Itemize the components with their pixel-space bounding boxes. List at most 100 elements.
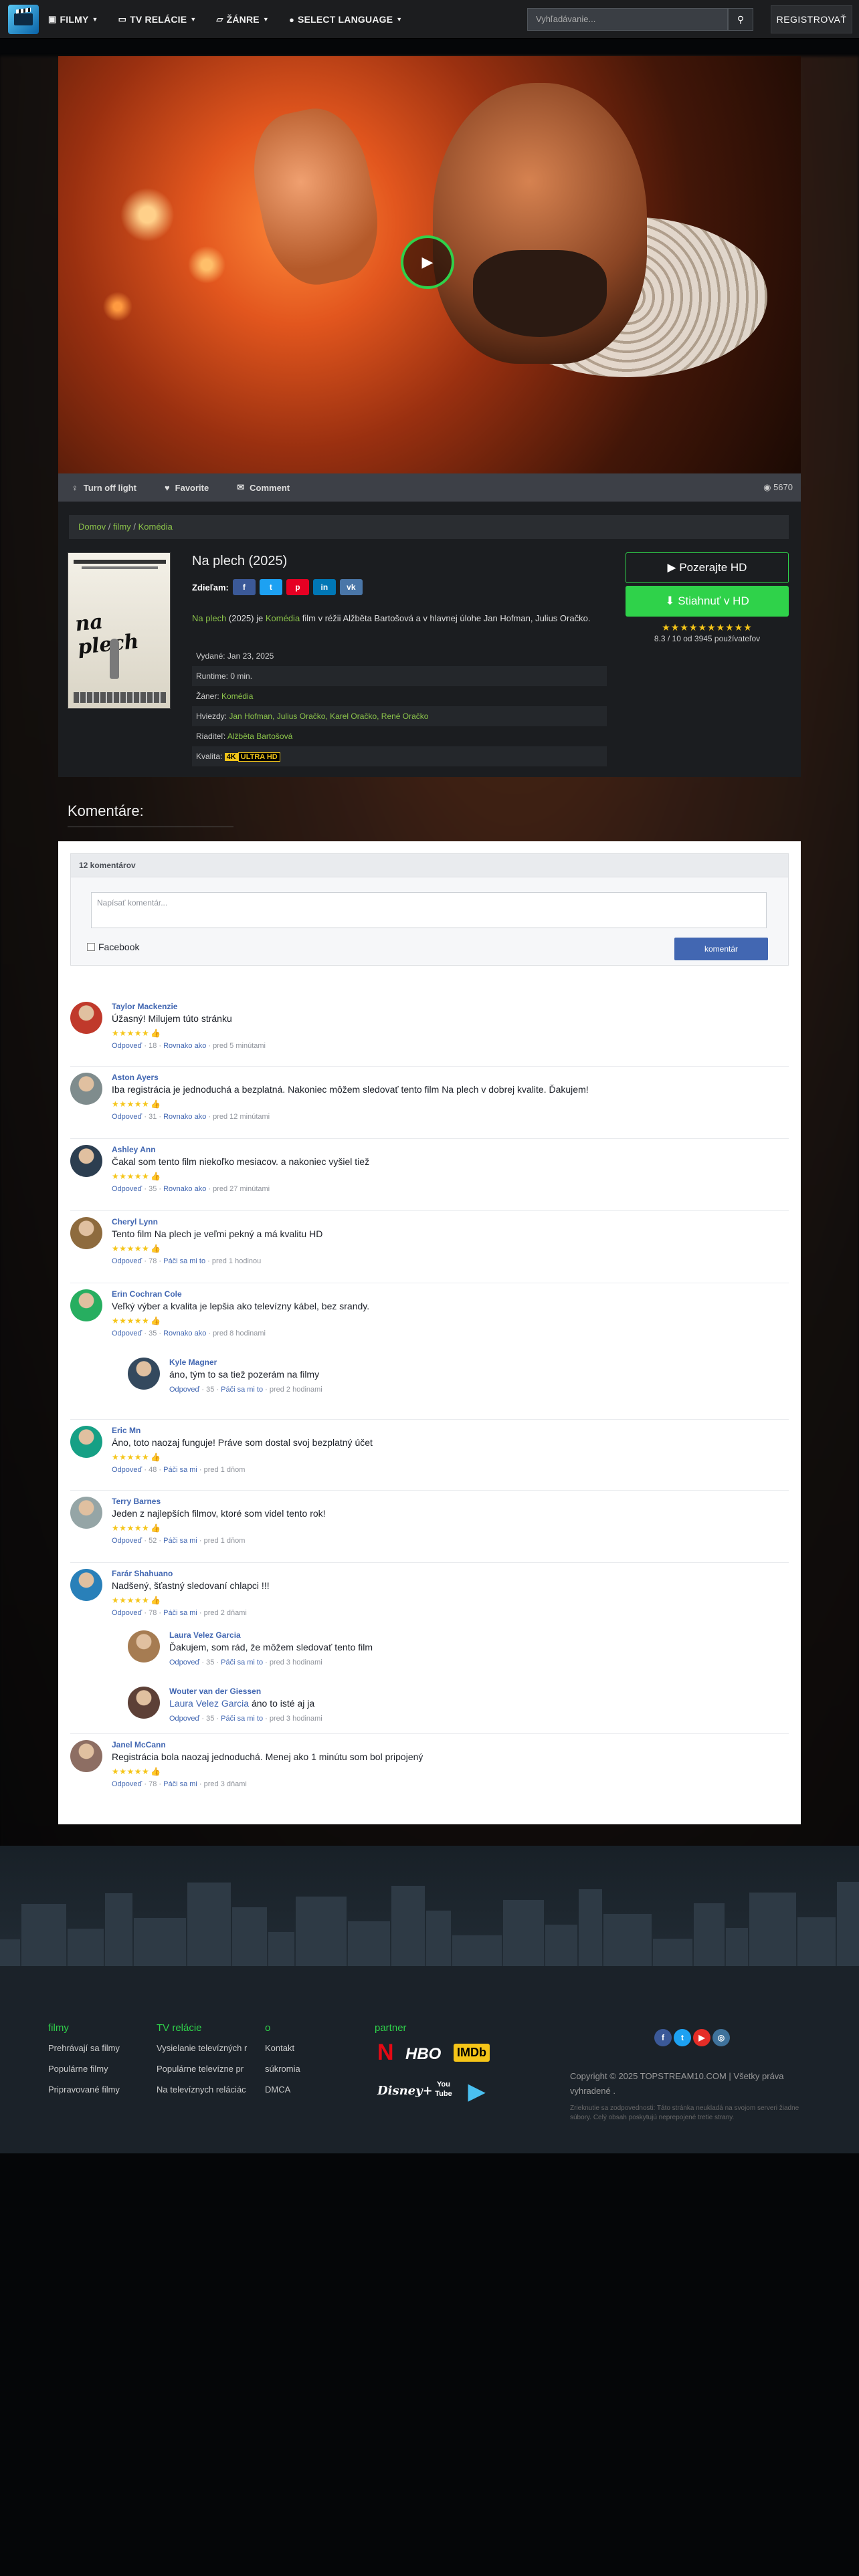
twitter-icon[interactable]: t [674,2029,691,2046]
avatar[interactable] [70,1497,102,1529]
avatar[interactable] [70,1002,102,1034]
comment-author[interactable]: Laura Velez Garcia [169,1630,241,1640]
like-link[interactable]: Páči sa mi [163,1466,197,1474]
youtube-icon[interactable]: ▶ [693,2029,710,2046]
comment-author[interactable]: Farár Shahuano [112,1569,173,1578]
download-label: Stiahnuť v HD [678,595,749,607]
facebook-checkbox[interactable]: Facebook [87,942,139,952]
avatar[interactable] [70,1289,102,1321]
instagram-icon[interactable]: ◎ [712,2029,730,2046]
like-link[interactable]: Páči sa mi to [221,1658,263,1667]
comment-time: pred 5 minútami [213,1042,266,1050]
reply-link[interactable]: Odpoveď [112,1780,142,1788]
like-link[interactable]: Páči sa mi [163,1609,197,1617]
comment-author[interactable]: Ashley Ann [112,1145,156,1154]
watch-hd-button[interactable]: ▶ Pozerajte HD [626,552,789,583]
meta-stars-links[interactable]: Jan Hofman, Julius Oračko, Karel Oračko,… [229,712,428,721]
reply-link[interactable]: Odpoveď [112,1113,142,1121]
like-link[interactable]: Páči sa mi to [221,1715,263,1723]
reply-link[interactable]: Odpoveď [169,1386,199,1394]
footer-link[interactable]: Prehrávají sa filmy [48,2043,147,2053]
video-player[interactable]: ▶ [58,56,801,473]
avatar[interactable] [70,1740,102,1772]
comment-actions: Odpoveď · 35 · Páči sa mi to · pred 3 ho… [169,1715,322,1723]
site-logo[interactable] [8,5,39,34]
avatar[interactable] [70,1569,102,1601]
comment-author[interactable]: Kyle Magner [169,1358,217,1367]
like-link[interactable]: Rovnako ako [163,1042,206,1050]
meta-genre-link[interactable]: Komédia [221,691,253,701]
comment-textarea[interactable]: Napísať komentár... [91,892,767,928]
menu-language[interactable]: ● SELECT LANGUAGE ▼ [289,14,402,25]
avatar[interactable] [70,1426,102,1458]
reply-link[interactable]: Odpoveď [112,1329,142,1337]
post-comment-button[interactable]: komentár [674,938,768,960]
footer-link[interactable]: DMCA [265,2084,364,2095]
meta-director-link[interactable]: Alžběta Bartošová [227,732,292,741]
like-link[interactable]: Rovnako ako [163,1185,206,1193]
reply-link[interactable]: Odpoveď [112,1185,142,1193]
reply-link[interactable]: Odpoveď [169,1658,199,1667]
comment-body: áno, tým to sa tiež pozerám na filmy [169,1369,320,1380]
footer-link[interactable]: súkromia [265,2064,364,2074]
turn-off-light-button[interactable]: ♀ Turn off light [72,483,136,493]
avatar[interactable] [128,1358,160,1390]
rating-stars[interactable]: ★★★★★★★★★★ [626,622,789,633]
like-link[interactable]: Rovnako ako [163,1329,206,1337]
download-hd-button[interactable]: ⬇ Stiahnuť v HD [626,586,789,617]
linkedin-share-button[interactable]: in [312,579,336,595]
vk-share-button[interactable]: vk [339,579,363,595]
comment-author[interactable]: Erin Cochran Cole [112,1289,182,1299]
favorite-button[interactable]: ♥ Favorite [165,483,209,493]
comment-author[interactable]: Taylor Mackenzie [112,1002,177,1011]
reply-link[interactable]: Odpoveď [112,1042,142,1050]
like-link[interactable]: Páči sa mi [163,1537,197,1545]
genre-link[interactable]: Komédia [266,613,300,623]
footer-link[interactable]: Vysielanie televízných r [157,2043,256,2053]
like-link[interactable]: Páči sa mi to [221,1386,263,1394]
register-button[interactable]: REGISTROVAŤ [771,5,852,33]
reply-link[interactable]: Odpoveď [169,1715,199,1723]
avatar[interactable] [128,1630,160,1662]
play-button[interactable]: ▶ [401,235,454,289]
reply-link[interactable]: Odpoveď [112,1609,142,1617]
footer-link[interactable]: Populárne televízne pr [157,2064,256,2074]
comment-author[interactable]: Terry Barnes [112,1497,161,1506]
reply-link[interactable]: Odpoveď [112,1537,142,1545]
avatar[interactable] [70,1217,102,1249]
facebook-share-button[interactable]: f [232,579,256,595]
comment-label: Comment [250,482,290,493]
breadcrumb-home[interactable]: Domov [78,522,106,532]
movie-link[interactable]: Na plech [192,613,226,623]
footer-link[interactable]: Na televíznych reláciác [157,2084,256,2095]
menu-filmy[interactable]: ▣ FILMY ▼ [48,14,98,25]
footer-link[interactable]: Populárne filmy [48,2064,147,2074]
pinterest-share-button[interactable]: p [286,579,309,595]
reply-link[interactable]: Odpoveď [112,1257,142,1265]
skyline-building [296,1897,347,1966]
search-button[interactable]: ⚲ [728,8,753,31]
comment-button[interactable]: ✉ Comment [237,482,290,493]
comment-author[interactable]: Eric Mn [112,1426,140,1435]
reply-link[interactable]: Odpoveď [112,1466,142,1474]
menu-tv[interactable]: ▭ TV RELÁCIE ▼ [118,14,197,25]
menu-zanre[interactable]: ▱ ŽÁNRE ▼ [216,14,269,25]
like-link[interactable]: Páči sa mi [163,1780,197,1788]
twitter-share-button[interactable]: t [259,579,282,595]
breadcrumb-filmy[interactable]: filmy [113,522,131,532]
breadcrumb-genre[interactable]: Komédia [138,522,173,532]
facebook-icon[interactable]: f [654,2029,672,2046]
avatar[interactable] [128,1687,160,1719]
comment-author[interactable]: Wouter van der Giessen [169,1687,261,1696]
mention-link[interactable]: Laura Velez Garcia [169,1698,249,1709]
footer-link[interactable]: Pripravované filmy [48,2084,147,2095]
search-input[interactable]: Vyhľadávanie... [527,8,728,31]
like-link[interactable]: Páči sa mi to [163,1257,205,1265]
like-link[interactable]: Rovnako ako [163,1113,206,1121]
comment-author[interactable]: Janel McCann [112,1740,166,1749]
avatar[interactable] [70,1073,102,1105]
avatar[interactable] [70,1145,102,1177]
comment-author[interactable]: Cheryl Lynn [112,1217,158,1226]
footer-link[interactable]: Kontakt [265,2043,364,2053]
comment-author[interactable]: Aston Ayers [112,1073,159,1082]
